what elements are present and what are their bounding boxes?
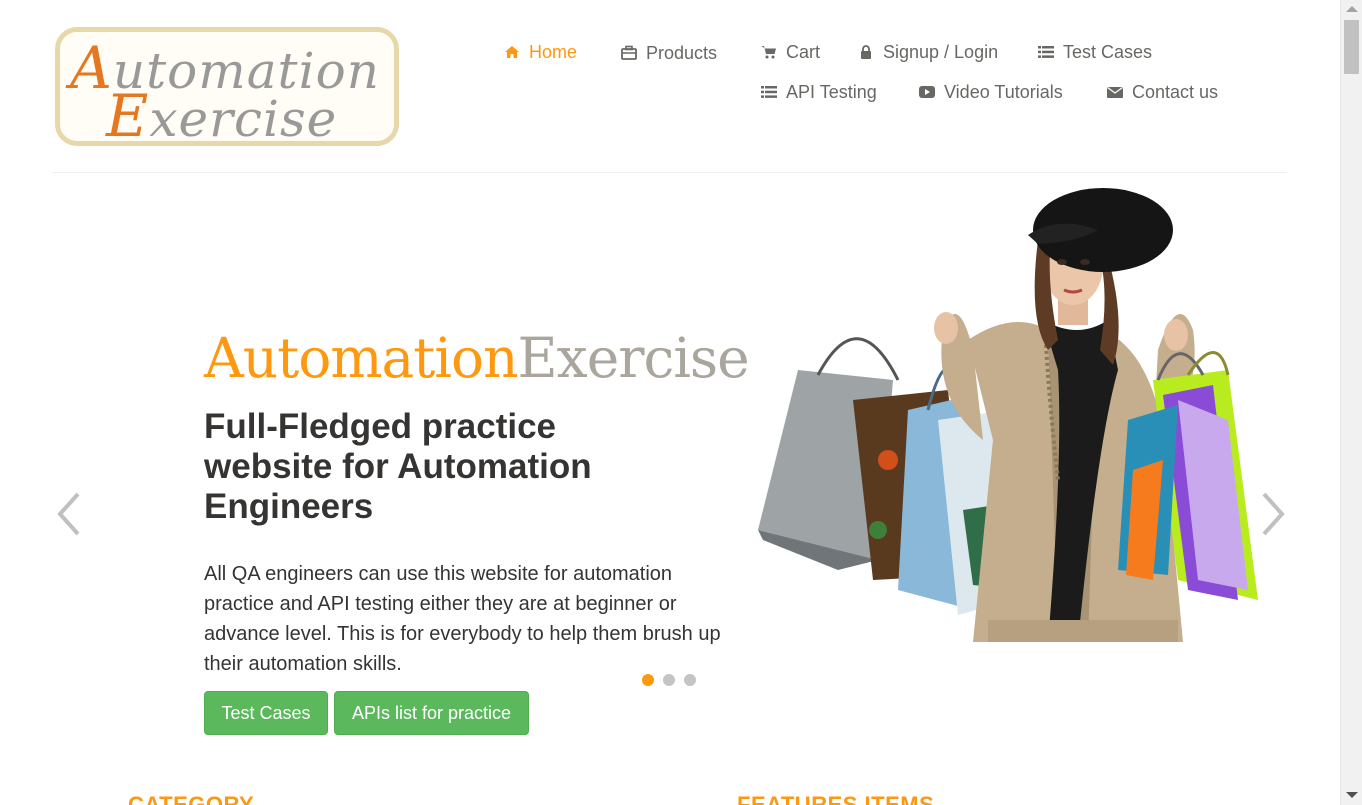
- nav-cart-label: Cart: [786, 41, 821, 62]
- nav-api-testing[interactable]: API Testing: [760, 80, 877, 104]
- slider-prev-button[interactable]: [54, 490, 84, 538]
- nav-cart[interactable]: Cart: [760, 40, 820, 64]
- nav-products[interactable]: Products: [620, 41, 717, 65]
- nav-test-cases-label: Test Cases: [1063, 41, 1153, 62]
- slider-brand-title: AutomationExercise: [204, 326, 750, 390]
- home-icon: [503, 43, 521, 61]
- nav-video-tutorials-label: Video Tutorials: [944, 81, 1063, 102]
- nav-contact-us-label: Contact us: [1132, 81, 1219, 102]
- slider-indicators: [641, 673, 697, 687]
- category-section-title: CATEGORY: [128, 792, 255, 805]
- youtube-play-icon: [918, 83, 936, 101]
- slider-dot-1[interactable]: [641, 673, 655, 687]
- nav-home-label: Home: [529, 41, 578, 62]
- nav-api-testing-label: API Testing: [786, 81, 877, 102]
- logo-line-2: Exercise: [106, 82, 338, 150]
- nav-contact-us[interactable]: Contact us: [1106, 80, 1218, 104]
- lock-icon: [857, 43, 875, 61]
- scroll-down-arrow-icon[interactable]: [1346, 792, 1358, 798]
- page-scrollbar[interactable]: [1340, 0, 1362, 805]
- test-cases-button[interactable]: Test Cases: [204, 691, 328, 735]
- site-logo[interactable]: Automation Exercise: [55, 27, 399, 150]
- header-divider: [52, 172, 1287, 173]
- hero-image: [758, 180, 1268, 642]
- site-header: Automation Exercise Home Products Cart S…: [0, 0, 1340, 174]
- slider-dot-2[interactable]: [662, 673, 676, 687]
- scroll-thumb[interactable]: [1344, 20, 1359, 74]
- apis-list-button[interactable]: APIs list for practice: [334, 691, 529, 735]
- slider-dot-3[interactable]: [683, 673, 697, 687]
- envelope-icon: [1106, 83, 1124, 101]
- slider-headline: Full-Fledged practice website for Automa…: [204, 407, 592, 526]
- scroll-up-arrow-icon[interactable]: [1346, 6, 1358, 12]
- cart-icon: [760, 43, 778, 61]
- nav-signup-login-label: Signup / Login: [883, 41, 999, 62]
- slider-description: All QA engineers can use this website fo…: [204, 563, 721, 675]
- briefcase-icon: [620, 44, 638, 62]
- nav-home[interactable]: Home: [503, 40, 577, 64]
- list-icon: [760, 83, 778, 101]
- chevron-left-icon: [57, 492, 80, 536]
- features-section-title: FEATURES ITEMS: [737, 792, 935, 805]
- nav-video-tutorials[interactable]: Video Tutorials: [918, 80, 1063, 104]
- list-icon: [1037, 43, 1055, 61]
- nav-products-label: Products: [646, 42, 718, 63]
- nav-signup-login[interactable]: Signup / Login: [857, 40, 998, 64]
- nav-test-cases[interactable]: Test Cases: [1037, 40, 1152, 64]
